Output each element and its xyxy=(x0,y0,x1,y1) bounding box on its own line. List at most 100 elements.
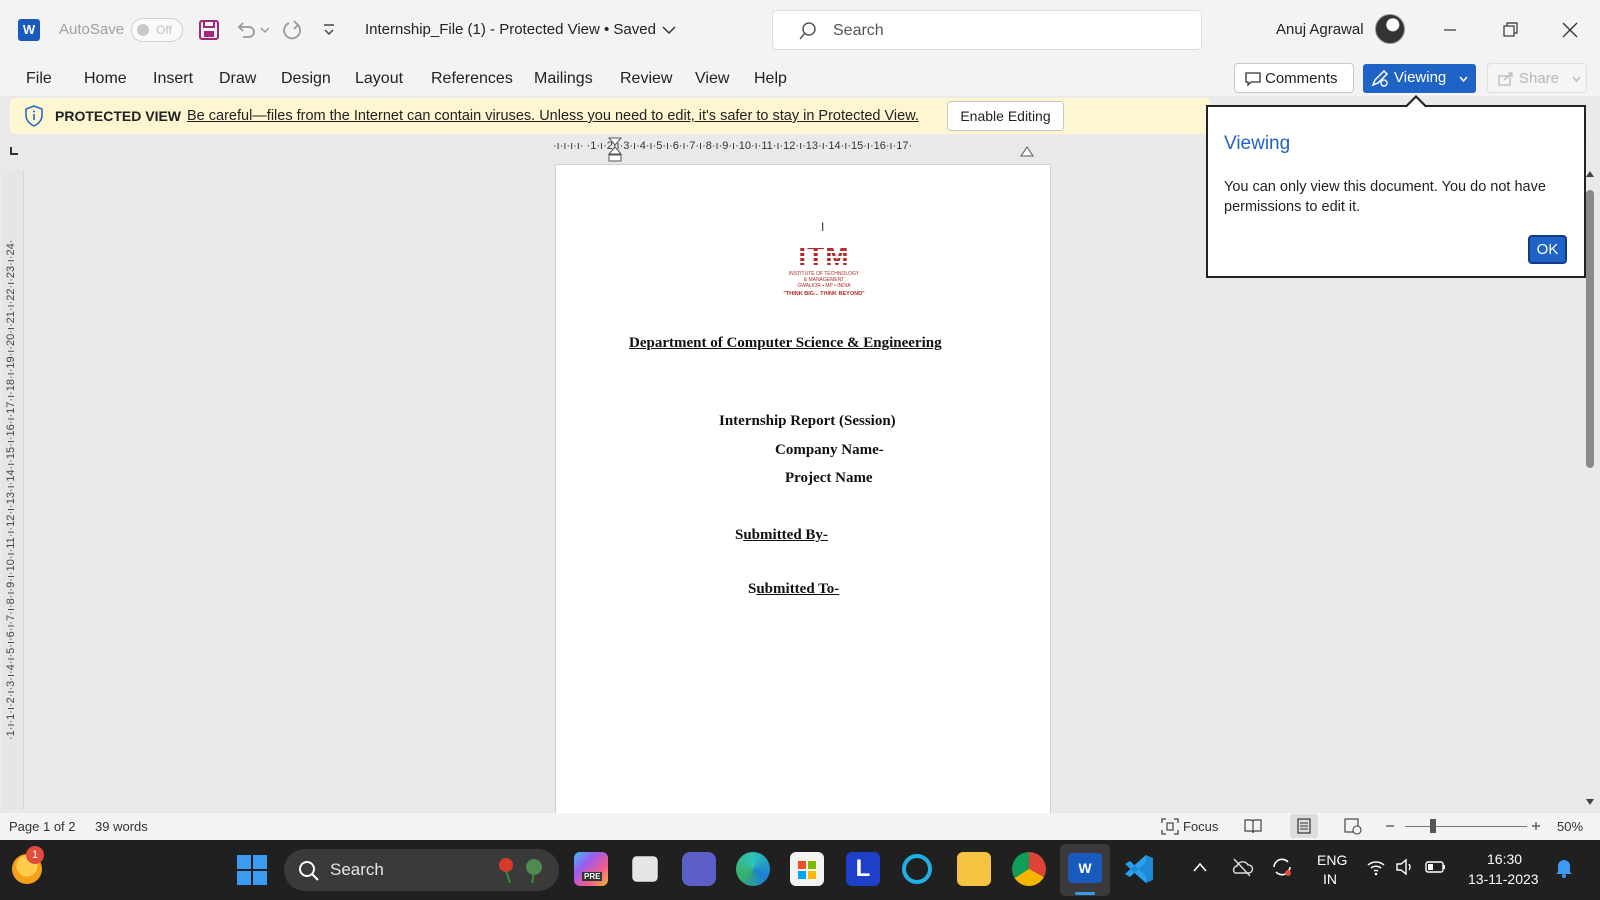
menu-layout[interactable]: Layout xyxy=(355,70,403,88)
restore-icon[interactable] xyxy=(1490,14,1530,46)
menu-design[interactable]: Design xyxy=(281,70,331,88)
toggle-knob xyxy=(137,24,149,36)
taskbar-search[interactable]: Search xyxy=(284,849,559,891)
task-view-icon[interactable] xyxy=(632,856,658,882)
title-chevron-down-icon[interactable] xyxy=(662,25,676,35)
store-squares-icon xyxy=(798,861,816,879)
viewing-mode-popup: Viewing You can only view this document.… xyxy=(1206,95,1586,278)
clock-date[interactable]: 13-11-2023 xyxy=(1468,871,1539,887)
page-count[interactable]: Page 1 of 2 xyxy=(9,819,76,834)
menu-mailings[interactable]: Mailings xyxy=(534,70,593,88)
horizontal-ruler[interactable]: ·ı·ı·ı·ı· ·1·ı·2·ı·3·ı·4·ı·5·ı·6·ı·7·ı·8… xyxy=(553,140,1048,160)
undo-dropdown-icon[interactable] xyxy=(260,26,270,34)
vertical-ruler[interactable]: ·1·ı·1·ı·2·ı·3·ı·4·ı·5·ı·6·ı·7·ı·8·ı·9·ı… xyxy=(2,170,24,810)
word-icon: W xyxy=(18,19,40,41)
search-placeholder: Search xyxy=(833,22,884,39)
search-box[interactable]: Search xyxy=(772,10,1202,50)
report-title: Internship Report (Session) xyxy=(719,413,896,429)
zoom-level[interactable]: 50% xyxy=(1557,819,1583,834)
logo-subtitle-3: GWALIOR • MP • INDIA xyxy=(797,283,851,289)
submitted-to-text: ubmitted To- xyxy=(756,581,840,597)
windows-start-icon[interactable] xyxy=(236,854,268,886)
menu-references[interactable]: References xyxy=(431,70,513,88)
sync-icon[interactable] xyxy=(1270,856,1294,878)
language-code[interactable]: ENG xyxy=(1317,852,1347,868)
undo-icon[interactable] xyxy=(234,18,258,42)
focus-icon[interactable] xyxy=(1161,818,1179,835)
project-name-line: Project Name xyxy=(785,470,873,486)
document-page[interactable]: I ITM INSTITUTE OF TECHNOLOGY & MANAGEME… xyxy=(555,164,1051,816)
language-region[interactable]: IN xyxy=(1323,871,1337,887)
word-count[interactable]: 39 words xyxy=(95,819,148,834)
tab-stop-selector-icon[interactable] xyxy=(8,145,20,157)
autosave-state: Off xyxy=(156,23,172,37)
chrome-icon[interactable] xyxy=(1012,852,1046,886)
vertical-ruler-marks: ·1·ı·1·ı·2·ı·3·ı·4·ı·5·ı·6·ı·7·ı·8·ı·9·ı… xyxy=(5,239,17,741)
indent-marker-icon[interactable] xyxy=(607,137,623,163)
show-hidden-icons-chevron-icon[interactable] xyxy=(1193,862,1207,872)
clock-time[interactable]: 16:30 xyxy=(1487,851,1522,867)
menu-help[interactable]: Help xyxy=(754,70,787,88)
web-layout-icon[interactable] xyxy=(1344,818,1362,835)
zoom-out-icon[interactable] xyxy=(1384,820,1396,832)
ok-button[interactable]: OK xyxy=(1528,235,1567,264)
microsoft-store-icon[interactable] xyxy=(790,852,824,886)
vscode-icon[interactable] xyxy=(1122,852,1156,886)
popup-pointer-inner xyxy=(1407,98,1425,107)
user-name[interactable]: Anuj Agrawal xyxy=(1276,21,1364,38)
department-heading: Department of Computer Science & Enginee… xyxy=(629,335,942,351)
l-app-icon[interactable]: L xyxy=(846,852,880,886)
notification-bell-icon[interactable] xyxy=(1555,858,1573,878)
menu-home[interactable]: Home xyxy=(84,70,127,88)
autosave-toggle[interactable]: Off xyxy=(131,18,183,42)
protected-view-message[interactable]: Be careful—files from the Internet can c… xyxy=(187,108,919,124)
zoom-in-icon[interactable] xyxy=(1530,820,1542,832)
menu-file[interactable]: File xyxy=(26,70,52,88)
word-taskbar-active[interactable]: W xyxy=(1060,844,1110,896)
viewing-label: Viewing xyxy=(1394,69,1447,86)
avatar[interactable] xyxy=(1375,14,1405,44)
taskbar-search-icon xyxy=(299,861,319,881)
status-bar: Page 1 of 2 39 words Focus 50% xyxy=(0,813,1600,840)
word-taskbar-icon: W xyxy=(1068,853,1102,883)
edge-icon[interactable] xyxy=(736,852,770,886)
customize-toolbar-icon[interactable] xyxy=(322,22,336,38)
copilot-icon[interactable]: PRE xyxy=(574,852,608,886)
menu-insert[interactable]: Insert xyxy=(153,70,193,88)
menu-review[interactable]: Review xyxy=(620,70,672,88)
onedrive-icon[interactable] xyxy=(1230,856,1254,878)
minimize-icon[interactable] xyxy=(1430,14,1470,46)
teams-chat-icon[interactable] xyxy=(682,852,716,886)
protected-view-bar: PROTECTED VIEW Be careful—files from the… xyxy=(10,98,1210,134)
read-mode-icon[interactable] xyxy=(1244,818,1262,834)
file-explorer-icon[interactable] xyxy=(957,852,991,886)
right-indent-marker-icon[interactable] xyxy=(1019,146,1035,158)
viewing-mode-button[interactable]: Viewing xyxy=(1363,64,1476,93)
battery-icon[interactable] xyxy=(1425,858,1447,876)
document-title[interactable]: Internship_File (1) - Protected View • S… xyxy=(365,21,656,38)
zoom-slider-thumb[interactable] xyxy=(1430,819,1436,833)
share-button[interactable]: Share xyxy=(1487,63,1587,93)
print-layout-button[interactable] xyxy=(1290,814,1318,838)
logo-main-text: ITM xyxy=(774,241,874,271)
menu-draw[interactable]: Draw xyxy=(219,70,256,88)
scroll-up-arrow-icon[interactable] xyxy=(1585,170,1595,178)
redo-icon[interactable] xyxy=(281,18,305,42)
scroll-down-arrow-icon[interactable] xyxy=(1585,798,1595,806)
focus-label[interactable]: Focus xyxy=(1183,819,1218,834)
itm-logo: ITM INSTITUTE OF TECHNOLOGY & MANAGEMENT… xyxy=(774,241,874,298)
popup-message: You can only view this document. You do … xyxy=(1224,179,1546,215)
close-icon[interactable] xyxy=(1550,14,1590,46)
save-icon[interactable] xyxy=(197,18,221,42)
wifi-icon[interactable] xyxy=(1366,858,1386,876)
scrollbar-thumb[interactable] xyxy=(1586,190,1594,468)
copilot-pre-badge: PRE xyxy=(582,872,603,881)
zoom-slider-track[interactable] xyxy=(1405,826,1527,827)
menu-view[interactable]: View xyxy=(695,70,729,88)
volume-icon[interactable] xyxy=(1395,858,1415,876)
comments-button[interactable]: Comments xyxy=(1234,63,1354,93)
submitted-by-text: ubmitted By- xyxy=(743,527,828,543)
enable-editing-button[interactable]: Enable Editing xyxy=(947,101,1064,131)
cortana-icon[interactable] xyxy=(902,854,932,884)
share-chevron-down-icon xyxy=(1572,76,1581,83)
